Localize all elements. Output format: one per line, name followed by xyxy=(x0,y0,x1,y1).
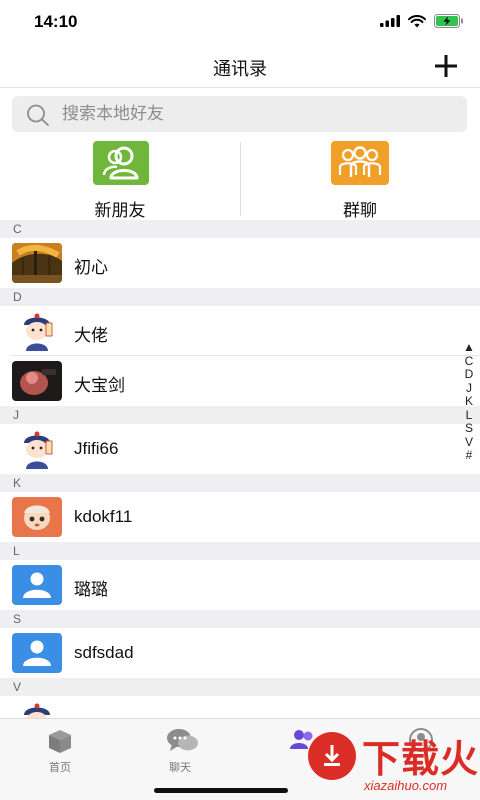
alphabet-index-bar[interactable]: ▲ C D J K L S V # xyxy=(462,340,476,463)
status-time: 14:10 xyxy=(34,12,78,31)
add-button[interactable] xyxy=(432,52,460,80)
plus-icon xyxy=(435,55,457,77)
navigation-bar: 通讯录 xyxy=(0,44,480,88)
default-avatar-icon xyxy=(12,565,62,605)
contact-name: 璐璐 xyxy=(74,580,108,599)
new-friends-button[interactable]: 新朋友 xyxy=(0,140,240,220)
search-input[interactable] xyxy=(62,96,442,132)
index-letter-k[interactable]: K xyxy=(465,394,473,409)
watermark-url: xiazaihuo.com xyxy=(364,778,448,793)
contact-name: 大佬 xyxy=(74,326,108,345)
avatar xyxy=(12,243,62,283)
watermark: 下载火 xiazaihuo.com xyxy=(286,724,480,800)
contact-name: sdfsdad xyxy=(74,643,134,662)
tab-home[interactable]: 首页 xyxy=(20,725,100,777)
avatar xyxy=(12,497,62,537)
contact-name: 大宝剑 xyxy=(74,376,125,395)
signal-icon xyxy=(380,15,400,27)
index-letter-c[interactable]: C xyxy=(465,354,474,369)
home-indicator[interactable] xyxy=(154,788,288,793)
section-header-s: S xyxy=(0,610,480,628)
section-header-v: V xyxy=(0,678,480,696)
contact-row[interactable]: Jfifi66 xyxy=(0,424,480,474)
contact-name: 初心 xyxy=(74,258,108,277)
section-header-d: D xyxy=(0,288,480,306)
contact-row[interactable]: 初心 xyxy=(0,238,480,288)
index-letter-hash[interactable]: # xyxy=(466,448,473,463)
contact-list: C 初心 D 大佬 大宝剑 J Jfifi66 K kdokf11 L 璐璐 S… xyxy=(0,220,480,746)
contact-row[interactable]: 大宝剑 xyxy=(0,356,480,406)
index-letter-s[interactable]: S xyxy=(465,421,473,436)
group-chat-button[interactable]: 群聊 xyxy=(240,140,480,220)
section-header-k: K xyxy=(0,474,480,492)
wifi-icon xyxy=(408,14,426,27)
index-letter-j[interactable]: J xyxy=(466,381,472,396)
index-letter-l[interactable]: L xyxy=(466,408,473,423)
index-letter-d[interactable]: D xyxy=(465,367,474,382)
default-avatar-icon xyxy=(12,633,62,673)
avatar xyxy=(12,429,62,469)
search-bar[interactable] xyxy=(12,96,467,132)
section-header-j: J xyxy=(0,406,480,424)
battery-charging-icon xyxy=(434,14,463,28)
section-header-l: L xyxy=(0,542,480,560)
avatar xyxy=(12,361,62,401)
contact-row[interactable]: 大佬 xyxy=(0,306,480,356)
contact-name: Jfifi66 xyxy=(74,439,119,458)
watermark-logo-icon xyxy=(308,732,356,780)
new-friends-label: 新朋友 xyxy=(94,201,146,220)
search-icon xyxy=(27,104,49,126)
section-header-c: C xyxy=(0,220,480,238)
tab-chat-label: 聊天 xyxy=(169,762,191,774)
tab-chat[interactable]: 聊天 xyxy=(140,725,220,777)
index-search-up-icon[interactable]: ▲ xyxy=(463,340,475,355)
group-chat-icon xyxy=(331,141,389,185)
contact-name: kdokf11 xyxy=(74,507,133,526)
new-friends-icon xyxy=(93,141,149,185)
contact-row[interactable]: 璐璐 xyxy=(0,560,480,610)
status-icons xyxy=(380,14,464,28)
watermark-text: 下载火 xyxy=(362,737,480,781)
home-box-icon xyxy=(49,730,71,753)
contact-row[interactable]: sdfsdad xyxy=(0,628,480,678)
index-letter-v[interactable]: V xyxy=(465,435,473,450)
avatar xyxy=(12,311,62,351)
status-bar: 14:10 xyxy=(0,0,480,44)
page-title: 通讯录 xyxy=(213,59,267,79)
group-chat-label: 群聊 xyxy=(343,201,377,220)
chat-bubbles-icon xyxy=(167,729,198,751)
tab-home-label: 首页 xyxy=(49,762,71,774)
contact-row[interactable]: kdokf11 xyxy=(0,492,480,542)
